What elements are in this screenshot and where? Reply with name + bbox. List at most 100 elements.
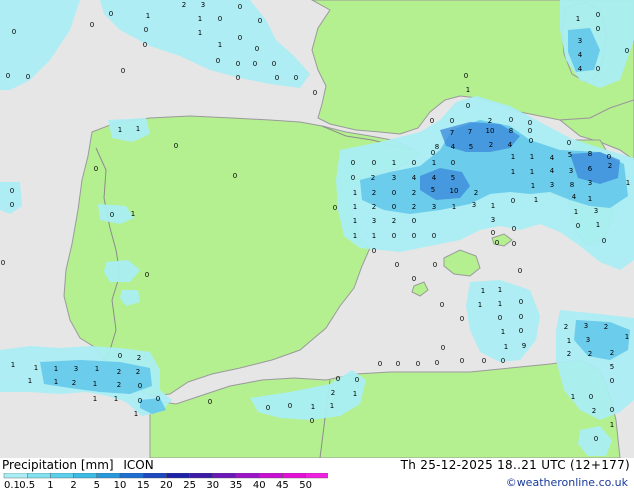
precip-value-label: 0: [491, 229, 495, 237]
precip-value-label: 1: [466, 86, 470, 94]
precip-value-label: 0: [216, 57, 220, 65]
precip-value-label: 0: [596, 65, 600, 73]
precip-value-label: 0: [12, 28, 16, 36]
legend-threshold-label: 1: [47, 480, 53, 489]
precip-value-label: 4: [412, 174, 417, 182]
precip-value-label: 0: [392, 189, 396, 197]
precip-value-label: 10: [486, 127, 495, 135]
precip-value-label: 5: [568, 151, 572, 159]
legend-labels: 0.1 0.5 1 2 5 10 15 20 25 30 35 40 45 50: [4, 480, 312, 489]
precip-value-label: 2: [372, 203, 376, 211]
precip-value-label: 4: [432, 174, 437, 182]
precip-value-label: 2: [117, 381, 121, 389]
precip-value-label: 0: [94, 165, 98, 173]
precip-value-label: 1: [571, 393, 575, 401]
precip-value-label: 1: [491, 202, 495, 210]
precip-value-label: 1: [567, 337, 571, 345]
precip-value-label: 1: [54, 378, 58, 386]
precip-value-label: 0: [464, 72, 468, 80]
precip-value-label: 0: [607, 153, 611, 161]
precip-value-label: 4: [508, 141, 513, 149]
valid-time: Th 25-12-2025 18..21 UTC (12+177): [400, 458, 630, 472]
precip-value-label: 0: [378, 360, 382, 368]
precip-value-label: 0: [529, 137, 533, 145]
precip-value-label: 0: [118, 352, 122, 360]
precip-value-label: 0: [109, 10, 113, 18]
precip-value-label: 0: [610, 406, 614, 414]
precip-value-label: 1: [531, 182, 535, 190]
precipitation-legend: 0.1 0.5 1 2 5 10 15 20 25 30 35 40 45 50: [3, 473, 328, 489]
precip-value-label: 2: [117, 368, 121, 376]
legend-threshold-label: 35: [230, 480, 243, 489]
precip-value-label: 0: [519, 313, 523, 321]
precip-value-label: 2: [564, 323, 568, 331]
precip-value-label: 2: [488, 117, 492, 125]
precip-value-label: 5: [451, 174, 455, 182]
precip-value-label: 1: [93, 395, 97, 403]
precip-value-label: 0: [519, 327, 523, 335]
precip-value-label: 1: [432, 159, 436, 167]
precip-value-label: 3: [586, 336, 590, 344]
legend-threshold-label: 50: [299, 480, 312, 489]
precip-value-label: 0: [435, 359, 439, 367]
precip-value-label: 4: [451, 143, 456, 151]
precip-value-label: 2: [604, 323, 608, 331]
precip-value-label: 1: [311, 403, 315, 411]
precip-value-label: 2: [137, 354, 141, 362]
precip-value-label: 2: [72, 379, 76, 387]
precip-value-label: 8: [588, 150, 592, 158]
precip-value-label: 1: [504, 343, 508, 351]
legend-color-boxes: [3, 473, 328, 479]
legend-threshold-label: 2: [70, 480, 76, 489]
precip-value-label: 2: [588, 350, 592, 358]
precip-value-label: 2: [610, 349, 614, 357]
precip-value-label: 1: [596, 221, 600, 229]
precip-value-label: 2: [372, 189, 376, 197]
precip-value-label: 0: [416, 360, 420, 368]
precip-value-label: 0: [236, 60, 240, 68]
precip-value-label: 0: [392, 203, 396, 211]
precip-value-label: 8: [435, 143, 439, 151]
precip-value-label: 0: [288, 402, 292, 410]
precip-value-label: 0: [495, 239, 499, 247]
precip-value-label: 4: [578, 65, 583, 73]
precip-value-label: 2: [412, 203, 416, 211]
legend-threshold-label: 10: [114, 480, 127, 489]
precip-value-label: 0: [451, 159, 455, 167]
precip-value-label: 1: [330, 402, 334, 410]
precip-value-label: 1: [610, 421, 614, 429]
precip-value-label: 0: [26, 73, 30, 81]
precip-value-label: 1: [534, 196, 538, 204]
precip-value-label: 0: [313, 89, 317, 97]
precip-value-label: 1: [478, 301, 482, 309]
precip-value-label: 0: [275, 74, 279, 82]
precip-value-label: 8: [509, 127, 513, 135]
legend-color-box: [119, 473, 144, 479]
precip-value-label: 0: [431, 149, 435, 157]
precip-value-label: 0: [372, 247, 376, 255]
precip-value-label: 1: [146, 12, 150, 20]
precip-value-label: 0: [512, 240, 516, 248]
precip-value-label: 0: [511, 197, 515, 205]
credit-link[interactable]: ©weatheronline.co.uk: [506, 476, 628, 489]
legend-color-box: [142, 473, 167, 479]
precip-value-label: 3: [588, 179, 592, 187]
precip-value-label: 0: [396, 360, 400, 368]
precip-value-label: 0: [610, 377, 614, 385]
precip-value-label: 3: [550, 181, 554, 189]
precip-value-label: 0: [90, 21, 94, 29]
precip-value-label: 3: [578, 37, 582, 45]
map-title: Precipitation [mm] ICON: [2, 458, 154, 472]
precip-value-label: 10: [450, 187, 459, 195]
precip-value-label: 3: [472, 201, 476, 209]
precip-value-label: 0: [460, 357, 464, 365]
precip-value-label: 2: [489, 141, 493, 149]
precip-value-label: 0: [412, 159, 416, 167]
precip-value-label: 0: [121, 67, 125, 75]
precip-value-label: 7: [468, 128, 472, 136]
precip-value-label: 0: [589, 393, 593, 401]
precip-value-label: 0: [1, 259, 5, 267]
precip-value-label: 0: [258, 17, 262, 25]
precip-value-label: 8: [570, 181, 574, 189]
precip-value-label: 0: [294, 74, 298, 82]
